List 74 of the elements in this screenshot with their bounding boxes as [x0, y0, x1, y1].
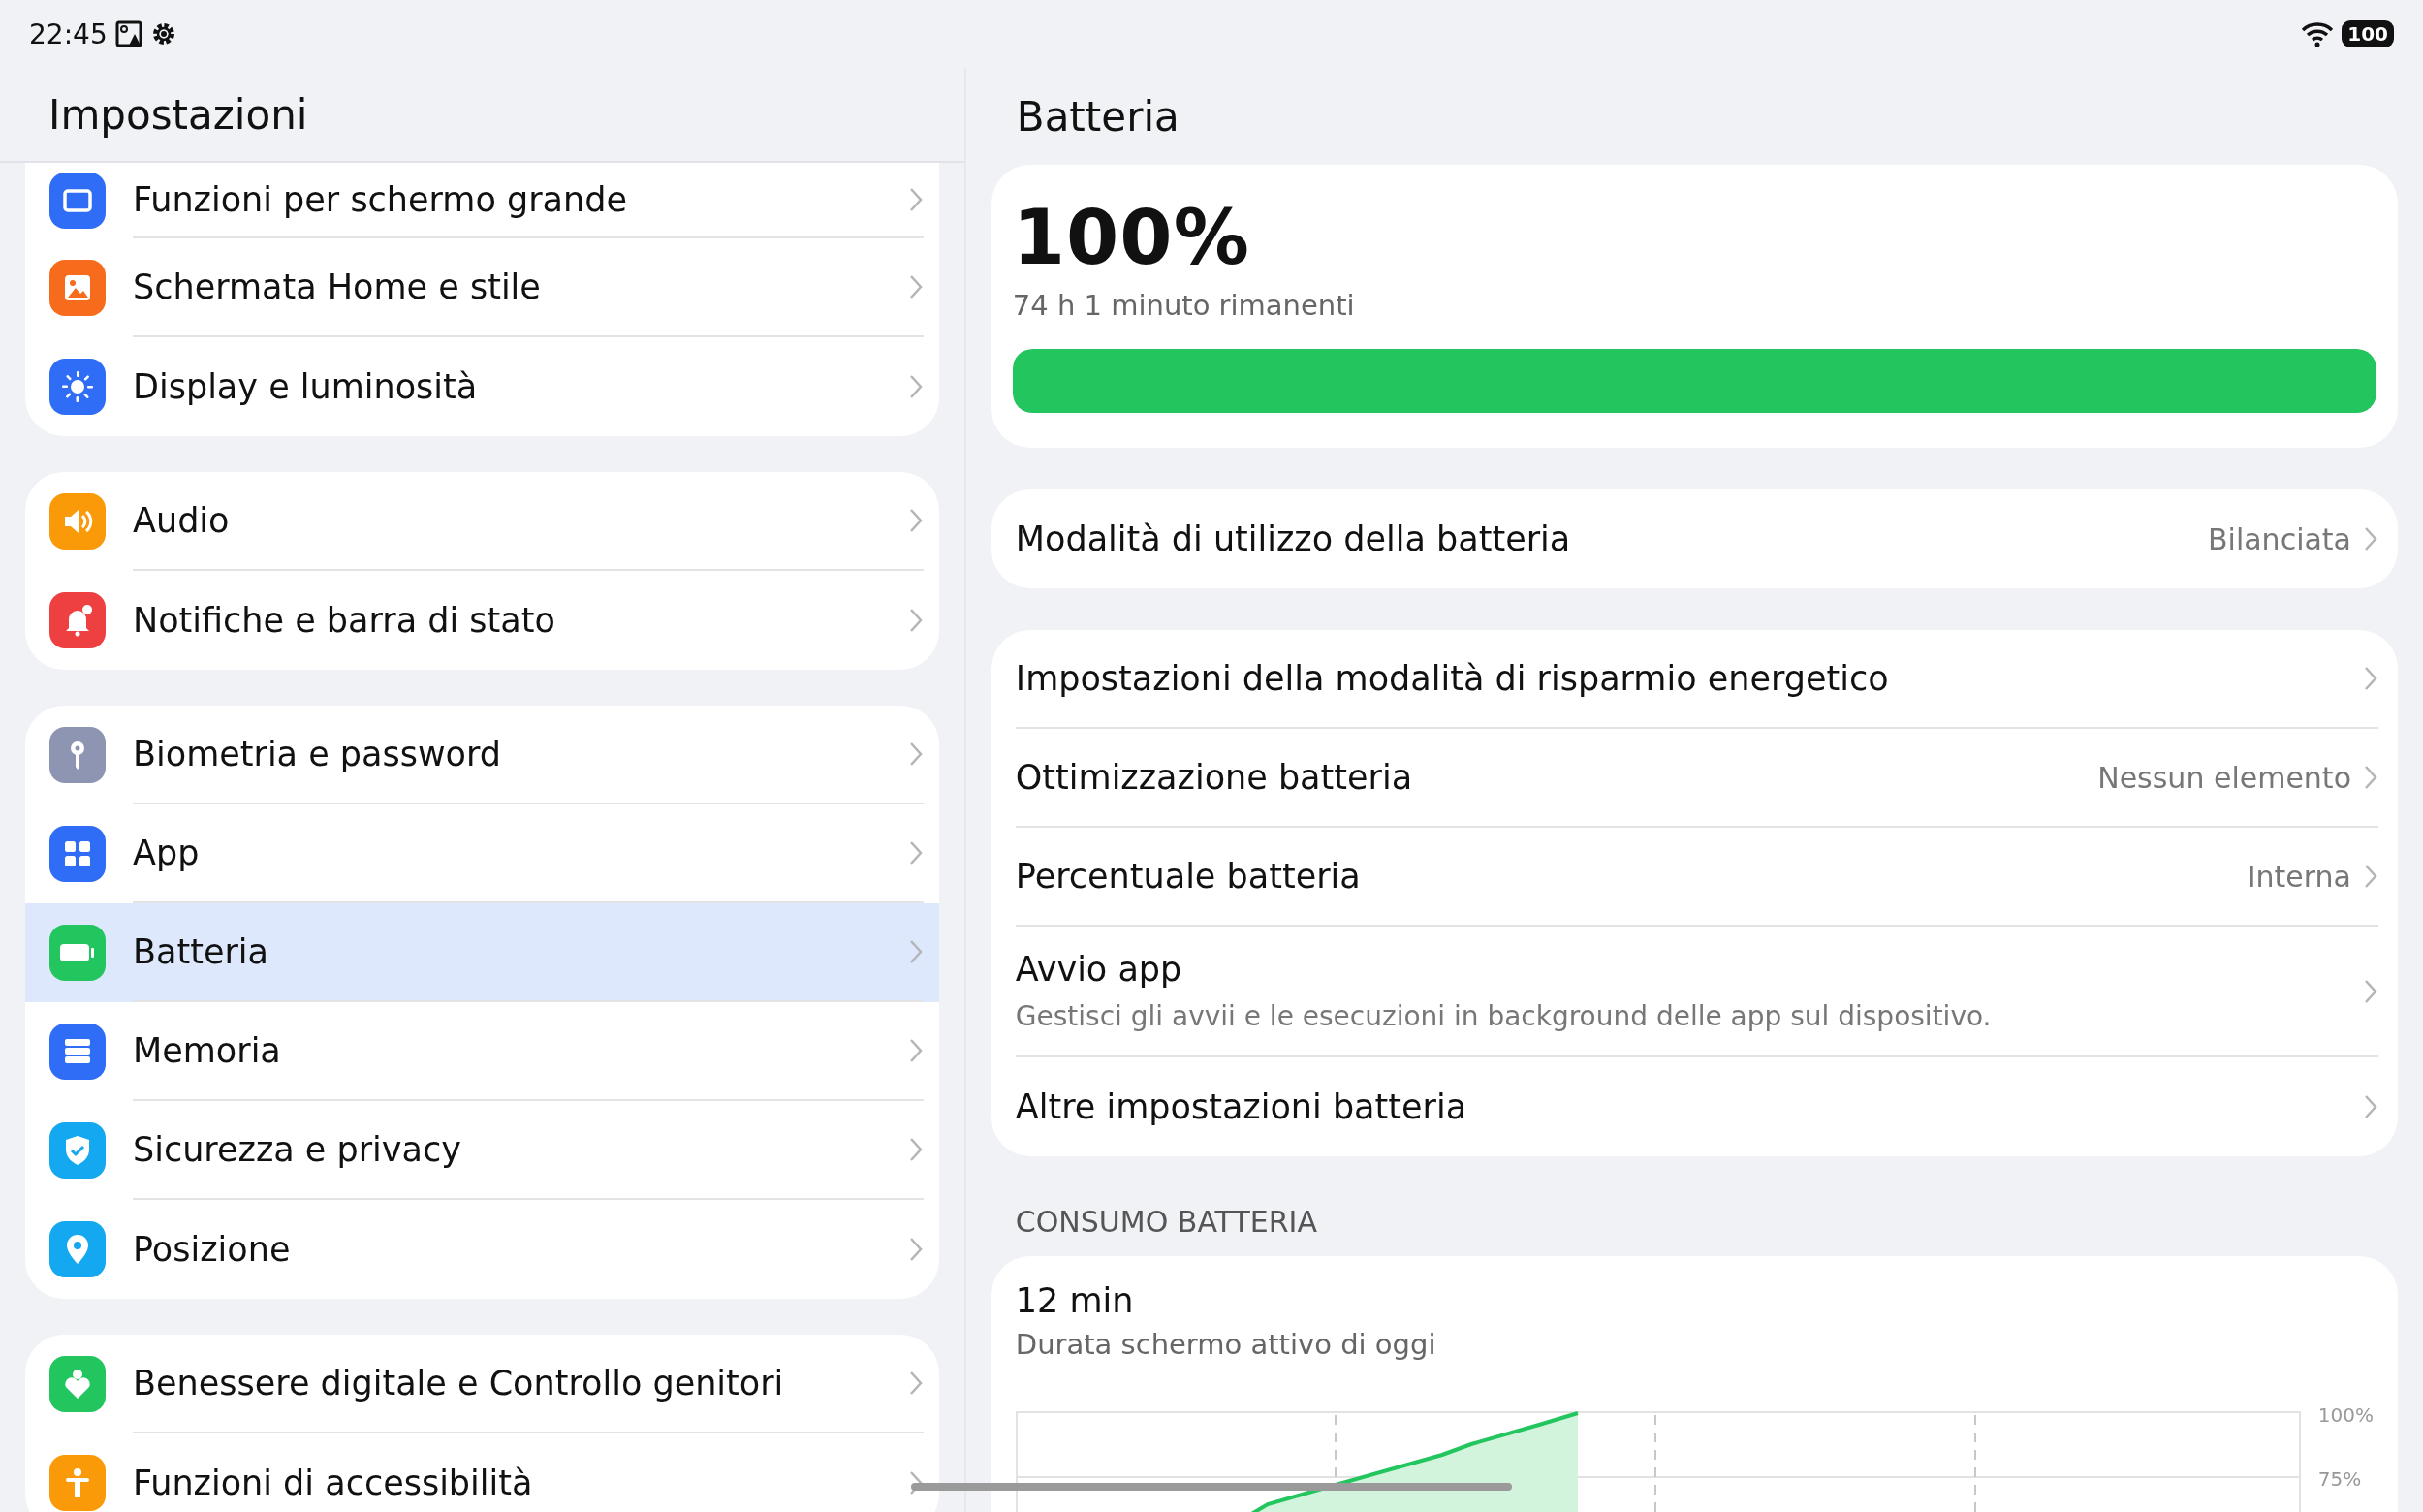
sun-icon [60, 369, 95, 404]
chevron-icon [2363, 525, 2378, 552]
row-label: Avvio app [1015, 950, 1183, 989]
row-label: Impostazioni della modalità di risparmio energetico [1015, 659, 1890, 698]
row-value: Bilanciata [2208, 521, 2351, 556]
settings-row[interactable]: Percentuale batteria Interna [991, 828, 2398, 927]
chevron-icon [2363, 665, 2378, 692]
sidebar-item[interactable]: Memoria [25, 1002, 939, 1101]
settings-row[interactable]: Avvio app Gestisci gli avvii e le esecuzioni in background delle app sul dispositivo. [991, 927, 2398, 1057]
settings-row[interactable]: Impostazioni della modalità di risparmio energetico [991, 630, 2398, 729]
sidebar-item[interactable]: Schermata Home e stile [25, 238, 939, 337]
row-value: Nessun elemento [2097, 760, 2351, 795]
chevron-icon [907, 607, 924, 634]
item-label: Display e luminosità [133, 367, 479, 406]
sidebar-item[interactable]: Notifiche e barra di stato [25, 571, 939, 670]
row-label: Modalità di utilizzo della batteria [1015, 520, 1572, 558]
sidebar-item[interactable]: Biometria e password [25, 706, 939, 804]
chevron-icon [2363, 764, 2378, 791]
battery-indicator: 100 [2342, 20, 2394, 47]
settings-row[interactable]: Ottimizzazione batteria Nessun elemento [991, 729, 2398, 828]
sidebar-item[interactable]: Benessere digitale e Controllo genitori [25, 1335, 939, 1433]
item-label: Funzioni per schermo grande [133, 180, 628, 219]
item-label: Sicurezza e privacy [133, 1130, 462, 1169]
status-time: 22:45 [29, 17, 108, 50]
item-label: Audio [133, 501, 231, 540]
sidebar-item[interactable]: Posizione [25, 1200, 939, 1299]
page-title: Batteria [1016, 92, 1180, 141]
battery-percent: 100% [1012, 194, 1251, 281]
sidebar-item[interactable]: Audio [25, 472, 939, 571]
item-label: Batteria [133, 932, 269, 971]
chevron-icon [907, 507, 924, 534]
item-label: Funzioni di accessibilità [133, 1464, 534, 1502]
settings-row[interactable]: Altre impostazioni batteria [991, 1057, 2398, 1156]
item-label: Notifiche e barra di stato [133, 601, 556, 640]
row-description: Gestisci gli avvii e le esecuzioni in background delle app sul dispositivo. [1015, 1000, 1993, 1032]
row-label: Percentuale batteria [1015, 857, 1362, 896]
chevron-icon [907, 1136, 924, 1163]
chevron-icon [907, 1037, 924, 1064]
image-warning-icon [114, 20, 142, 47]
item-label: App [133, 834, 201, 872]
sidebar-item[interactable]: Display e luminosità [25, 337, 939, 436]
chevron-icon [907, 1236, 924, 1263]
row-label: Ottimizzazione batteria [1015, 758, 1414, 797]
row-label: Altre impostazioni batteria [1015, 1087, 1468, 1126]
sidebar-item[interactable]: Batteria [25, 903, 939, 1002]
item-label: Biometria e password [133, 735, 502, 773]
chevron-icon [907, 740, 924, 768]
remaining-time: 74 h 1 minuto rimanenti [1012, 289, 1356, 322]
sidebar-item[interactable]: Funzioni per schermo grande [25, 163, 939, 238]
chevron-icon [907, 186, 924, 213]
settings-row[interactable]: Modalità di utilizzo della batteria Bilanciata [991, 489, 2398, 588]
item-label: Schermata Home e stile [133, 268, 542, 306]
item-label: Benessere digitale e Controllo genitori [133, 1364, 785, 1402]
screen-time-value: 12 min [1015, 1281, 1135, 1320]
item-label: Memoria [133, 1031, 282, 1070]
item-label: Posizione [133, 1230, 292, 1269]
sidebar-item[interactable]: Funzioni di accessibilità [25, 1433, 939, 1512]
chevron-icon [2363, 1093, 2378, 1120]
chevron-icon [2363, 863, 2378, 890]
home-indicator[interactable] [911, 1483, 1512, 1491]
chevron-icon [907, 1469, 924, 1496]
chevron-icon [907, 938, 924, 965]
axis-label: 75% [2317, 1467, 2363, 1491]
chevron-icon [907, 373, 924, 400]
section-heading: CONSUMO BATTERIA [1014, 1204, 1318, 1241]
screen-time-caption: Durata schermo attivo di oggi [1015, 1328, 1437, 1361]
sidebar-title: Impostazioni [48, 90, 308, 139]
chevron-icon [907, 273, 924, 300]
axis-label: 100% [2317, 1403, 2374, 1427]
chevron-icon [907, 839, 924, 866]
row-value: Interna [2247, 859, 2351, 894]
wifi-icon [2301, 20, 2335, 47]
sidebar-item[interactable]: Sicurezza e privacy [25, 1101, 939, 1200]
chevron-icon [907, 1370, 924, 1397]
